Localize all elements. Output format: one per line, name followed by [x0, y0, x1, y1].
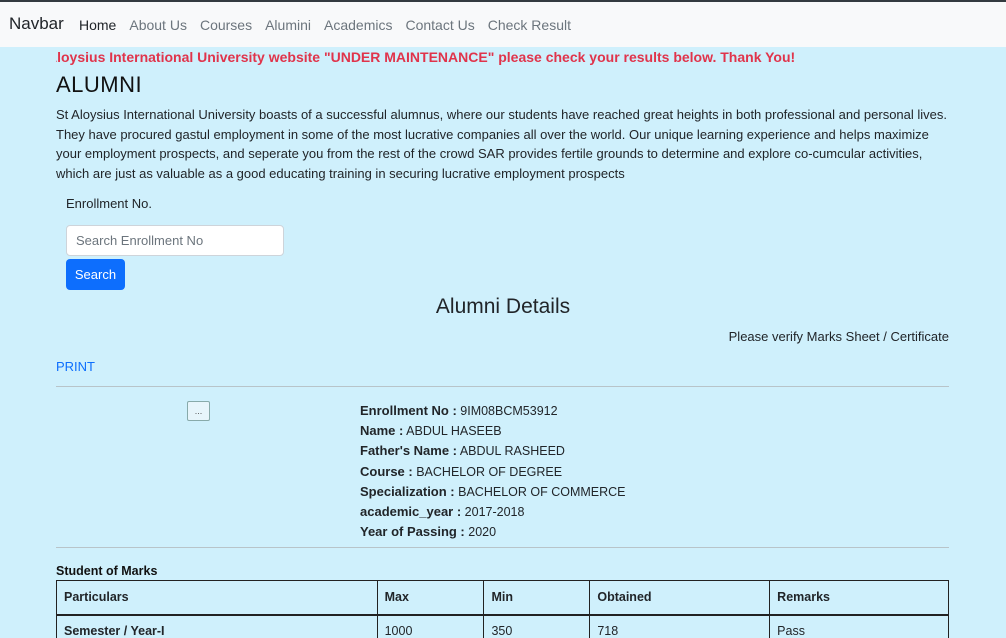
- passing-year-value: 2020: [468, 525, 497, 540]
- intro-paragraph: St Aloysius International University boa…: [56, 107, 948, 181]
- cell-min: 350: [483, 614, 591, 638]
- specialization-label-text: Specialization :: [360, 483, 455, 499]
- enrollment-row: Enrollment No : 9IM08BCM53912: [360, 401, 626, 421]
- marks-caption: Student of Marks: [56, 564, 158, 578]
- alumni-details-heading: Alumni Details: [435, 295, 571, 318]
- cell-particulars: Semester / Year-I: [56, 614, 378, 638]
- nav-link-courses[interactable]: Courses: [200, 17, 252, 33]
- course-value: BACHELOR OF DEGREE: [416, 464, 563, 479]
- cell-max: 1000: [376, 614, 485, 638]
- nav-link-contact[interactable]: Contact Us: [405, 17, 474, 33]
- nav-links: Home About Us Courses Alumini Academics …: [79, 17, 584, 33]
- nav-link-academics[interactable]: Academics: [324, 17, 392, 33]
- verify-text: Please verify Marks Sheet / Certificate: [728, 329, 949, 344]
- name-row: Name : ABDUL HASEEB: [360, 421, 626, 441]
- marks-table: Particulars Max Min Obtained Remarks Sem…: [56, 580, 949, 638]
- enrollment-value: 9IM08BCM53912: [460, 404, 558, 418]
- specialization-row: Specialization : BACHELOR OF COMMERCE: [360, 482, 626, 502]
- table-row: Semester / Year-I 1000 350 718 Pass: [56, 614, 949, 638]
- marquee-text: Aloysius International University websit…: [56, 49, 796, 65]
- enrollment-search-input[interactable]: [66, 225, 284, 256]
- search-button[interactable]: Search: [66, 259, 125, 290]
- header-min: Min: [483, 580, 591, 616]
- photo-alt-text: ...: [194, 406, 203, 416]
- academic-year-label-text: academic_year :: [360, 504, 462, 520]
- nav-link-about[interactable]: About Us: [129, 17, 187, 33]
- course-label-text: Course :: [360, 463, 413, 479]
- page-title: ALUMNI: [56, 72, 143, 97]
- name-label-text: Name :: [360, 423, 404, 439]
- header-particulars: Particulars: [56, 580, 378, 616]
- divider-top: [56, 386, 949, 387]
- navbar: Navbar Home About Us Courses Alumini Aca…: [0, 2, 1006, 47]
- navbar-brand[interactable]: Navbar: [9, 14, 64, 34]
- specialization-value: BACHELOR OF COMMERCE: [458, 484, 626, 499]
- header-obtained: Obtained: [589, 580, 771, 616]
- father-row: Father's Name : ABDUL RASHEED: [360, 441, 626, 461]
- father-label-text: Father's Name :: [360, 443, 458, 459]
- passing-year-row: Year of Passing : 2020: [360, 522, 626, 542]
- student-info: Enrollment No : 9IM08BCM53912 Name : ABD…: [360, 401, 626, 542]
- nav-link-check-result[interactable]: Check Result: [488, 17, 571, 33]
- marks-header-row: Particulars Max Min Obtained Remarks: [56, 580, 949, 616]
- header-max: Max: [376, 580, 485, 616]
- academic-year-value: 2017-2018: [464, 505, 525, 520]
- academic-year-row: academic_year : 2017-2018: [360, 502, 626, 522]
- father-value: ABDUL RASHEED: [459, 444, 565, 459]
- divider-bottom: [56, 547, 949, 548]
- print-link[interactable]: PRINT: [56, 359, 95, 374]
- cell-obtained: 718: [589, 614, 771, 638]
- student-photo-image: ...: [187, 401, 210, 421]
- course-row: Course : BACHELOR OF DEGREE: [360, 462, 626, 482]
- nav-link-home[interactable]: Home: [79, 17, 116, 33]
- enrollment-label-text: Enrollment No :: [360, 403, 457, 418]
- enrollment-label: Enrollment No.: [66, 196, 152, 211]
- passing-year-label-text: Year of Passing :: [360, 524, 465, 540]
- maintenance-marquee: Aloysius International University websit…: [56, 49, 956, 67]
- cell-remarks: Pass: [769, 614, 949, 638]
- name-value: ABDUL HASEEB: [406, 424, 502, 439]
- nav-link-alumni[interactable]: Alumini: [265, 17, 311, 33]
- header-remarks: Remarks: [769, 580, 949, 616]
